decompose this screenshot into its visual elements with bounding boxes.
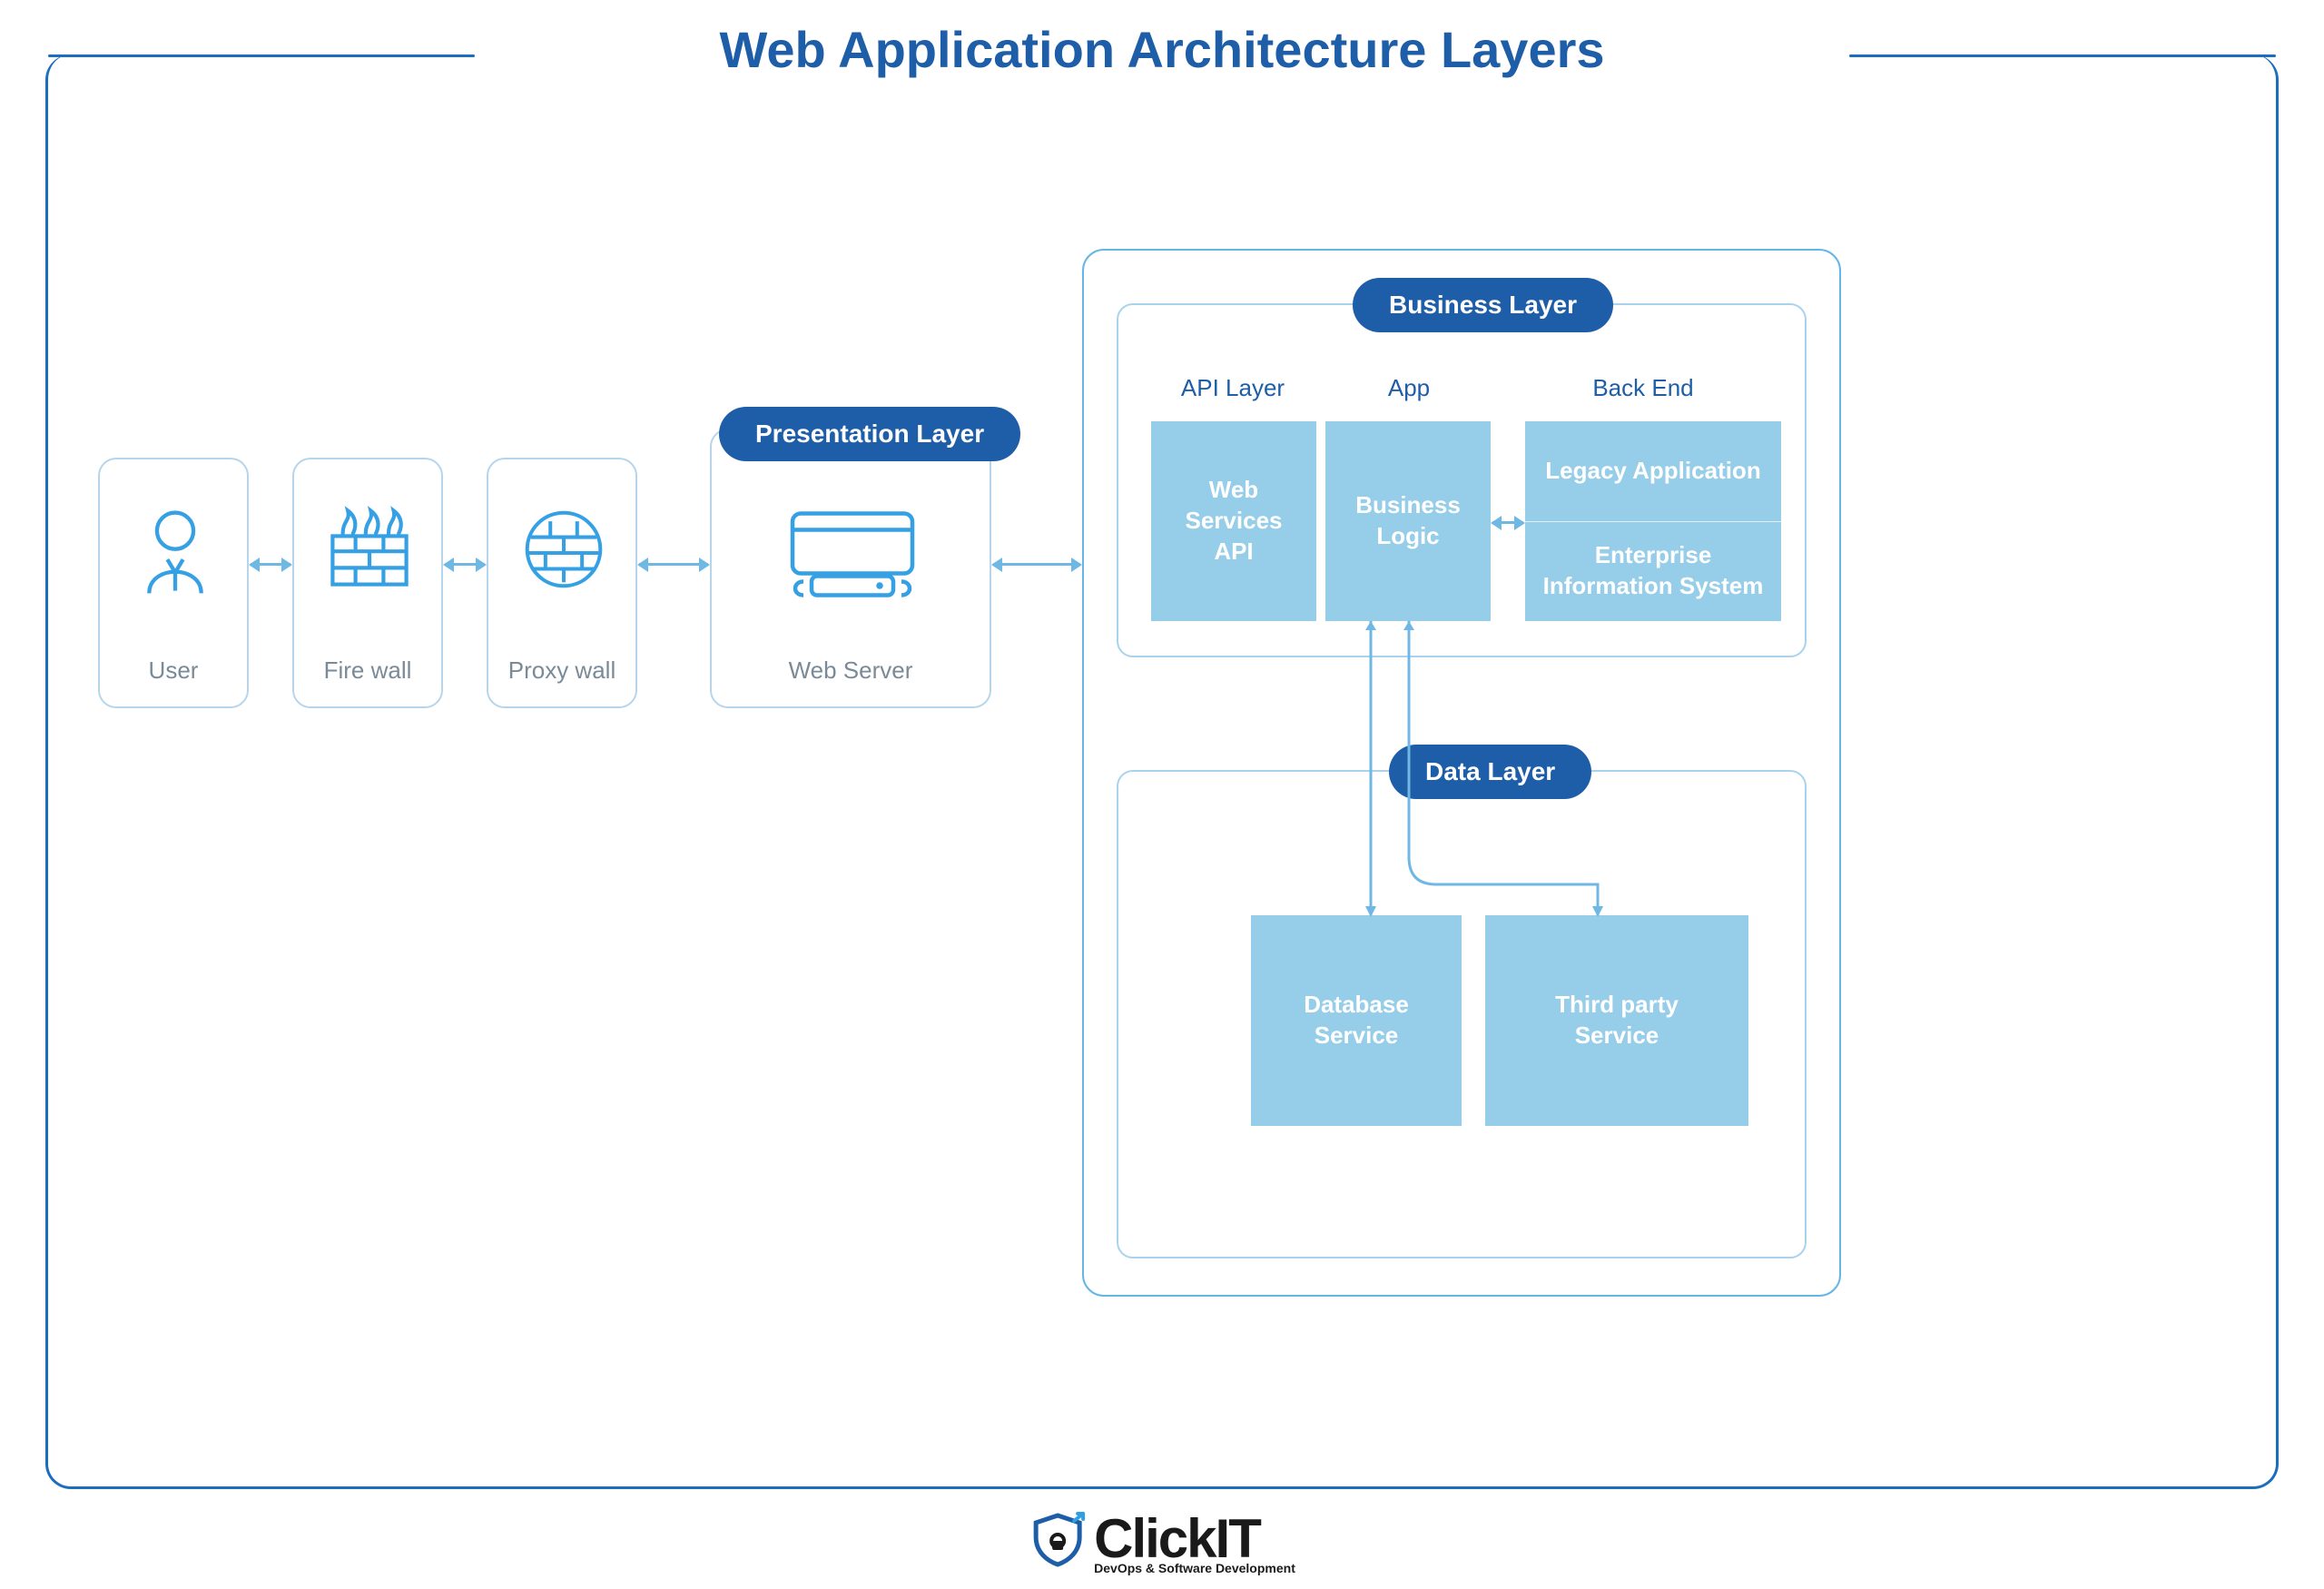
pill-presentation: Presentation Layer [719,407,1020,461]
node-proxy-label: Proxy wall [488,656,635,685]
node-webserver-label: Web Server [712,656,990,685]
node-firewall: Fire wall [292,458,443,708]
node-user: User [98,458,249,708]
block-eis: Enterprise Information System [1525,522,1781,622]
diagram-title: Web Application Architecture Layers [0,20,2324,79]
logo: ClickIT DevOps & Software Development [1029,1507,1295,1575]
block-third-party: Third party Service [1485,915,1748,1126]
logo-tagline: DevOps & Software Development [1094,1561,1295,1575]
server-icon [784,503,921,603]
block-legacy-app: Legacy Application [1525,421,1781,522]
proxy-icon [521,507,606,592]
subhead-backend: Back End [1525,374,1761,402]
node-webserver: Web Server [710,429,991,708]
user-icon [136,503,214,603]
subhead-api: API Layer [1151,374,1315,402]
block-backend-group: Legacy Application Enterprise Informatio… [1525,421,1781,621]
firewall-icon [325,503,414,592]
arrow-proxy-webserver [639,563,708,566]
block-db-service: Database Service [1251,915,1462,1126]
node-proxy: Proxy wall [487,458,637,708]
logo-shield-icon [1029,1510,1087,1568]
node-user-label: User [100,656,247,685]
block-web-services-api: Web Services API [1151,421,1316,621]
arrow-user-firewall [251,563,290,566]
arrow-firewall-proxy [445,563,485,566]
subhead-app: App [1327,374,1491,402]
pill-business: Business Layer [1353,278,1613,332]
arrow-logic-backend [1492,521,1523,524]
vertical-connectors [1253,621,1634,921]
block-business-logic: Business Logic [1325,421,1491,621]
node-firewall-label: Fire wall [294,656,441,685]
arrow-webserver-app [993,563,1080,566]
